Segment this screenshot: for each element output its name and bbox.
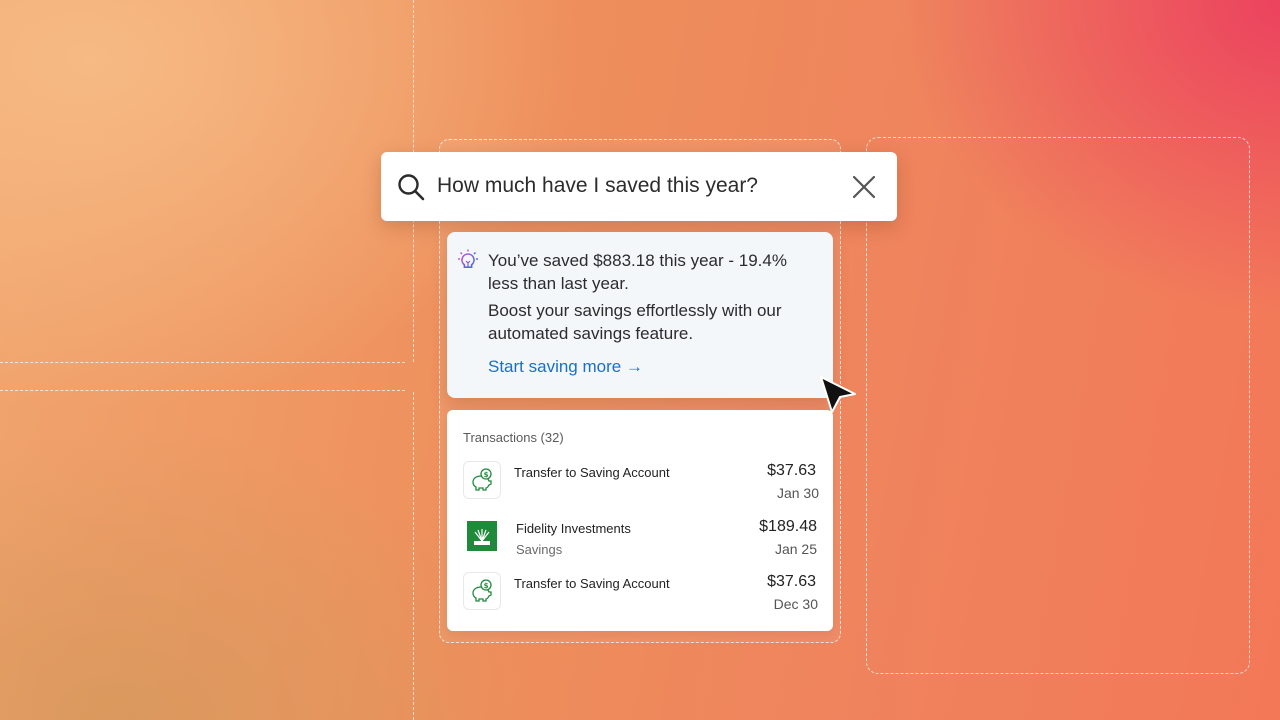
lightbulb-icon [458,249,478,271]
guide-line [413,392,414,720]
search-bar[interactable] [381,152,897,221]
guide-line [0,362,405,363]
search-input[interactable] [437,164,837,208]
guide-line [0,390,405,391]
transaction-row[interactable]: $ Transfer to Saving Account $37.63 Dec … [447,572,833,622]
transaction-date: Dec 30 [773,596,818,612]
transaction-date: Jan 30 [776,485,819,501]
transaction-name: Fidelity Investments [516,521,631,536]
transaction-name: Transfer to Saving Account [514,465,670,480]
transaction-amount: $37.63 [767,573,816,590]
transaction-amount: $189.48 [759,518,817,535]
transaction-date: Jan 25 [774,541,817,557]
start-saving-link[interactable]: Start saving more → [488,357,643,377]
transaction-row[interactable]: Fidelity Investments Savings $189.48 Jan… [447,517,833,567]
transactions-header: Transactions (32) [463,430,564,445]
transaction-name: Transfer to Saving Account [514,576,670,591]
transaction-category: Savings [516,542,563,557]
svg-text:$: $ [484,582,489,590]
insight-suggestion: Boost your savings effortlessly with our… [488,301,782,343]
savings-insight-card: You’ve saved $883.18 this year - 19.4% l… [447,232,833,398]
piggy-bank-icon: $ [463,572,501,610]
insight-summary: You’ve saved $883.18 this year - 19.4% l… [488,251,787,293]
piggy-bank-icon: $ [463,461,501,499]
transaction-amount: $37.63 [767,462,816,479]
search-icon [398,174,425,201]
transactions-card: Transactions (32) $ Transfer to Saving A… [447,410,833,631]
svg-text:$: $ [484,471,489,479]
guide-box [866,137,1250,674]
close-icon[interactable] [851,174,877,200]
transaction-row[interactable]: $ Transfer to Saving Account $37.63 Jan … [447,461,833,511]
fidelity-logo-icon [467,521,497,551]
